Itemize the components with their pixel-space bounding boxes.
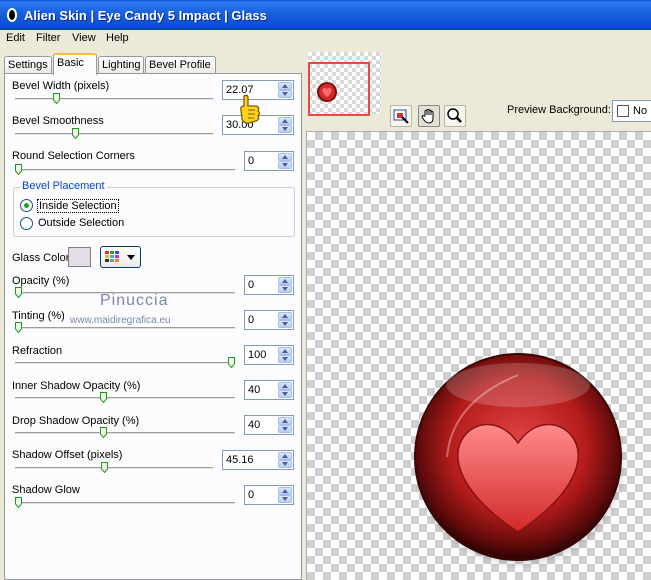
outside-selection-radio[interactable]: [20, 217, 33, 230]
refraction-slider-thumb[interactable]: [228, 357, 235, 368]
opacity-slider-thumb[interactable]: [15, 287, 22, 298]
preview-panel: Preview Background: No: [305, 48, 651, 580]
round-corners-slider-thumb[interactable]: [15, 164, 22, 175]
tinting-slider-thumb[interactable]: [15, 322, 22, 333]
tab-basic[interactable]: Basic: [53, 53, 97, 75]
tab-bevel-profile[interactable]: Bevel Profile: [145, 56, 216, 74]
basic-tab-page: Bevel Width (pixels) 22.07 Bevel Smoothn…: [4, 73, 302, 580]
refraction-slider[interactable]: [15, 362, 235, 365]
inner-shadow-slider-thumb[interactable]: [100, 392, 108, 403]
settings-panel: Settings Basic Lighting Bevel Profile Be…: [0, 48, 304, 580]
preview-background-select[interactable]: No: [612, 100, 651, 122]
shadow-offset-slider[interactable]: [15, 467, 213, 470]
menu-help[interactable]: Help: [106, 32, 129, 44]
tinting-field[interactable]: 0: [244, 310, 294, 330]
outside-selection-label[interactable]: Outside Selection: [38, 217, 124, 229]
navigate-icon: [393, 109, 409, 124]
shadow-offset-label: Shadow Offset (pixels): [12, 449, 123, 461]
bevel-smoothness-slider[interactable]: [15, 133, 213, 136]
thumbnail-globe: [317, 82, 337, 102]
watermark-name: Pinuccia: [100, 292, 169, 309]
shadow-glow-label: Shadow Glow: [12, 484, 80, 496]
inside-selection-radio[interactable]: [20, 199, 33, 212]
zoom-icon: [447, 108, 462, 123]
preview-background-label: Preview Background:: [507, 104, 611, 116]
menu-filter[interactable]: Filter: [36, 32, 60, 44]
drop-shadow-slider-thumb[interactable]: [100, 427, 108, 438]
inner-shadow-label: Inner Shadow Opacity (%): [12, 380, 141, 392]
opacity-field[interactable]: 0: [244, 275, 294, 295]
preview-background-value: No: [633, 105, 648, 117]
hand-tool-button[interactable]: [418, 105, 440, 127]
hand-tool-icon: [421, 109, 434, 124]
refraction-label: Refraction: [12, 345, 63, 357]
preview-background-swatch: [617, 105, 629, 117]
refraction-field[interactable]: 100: [244, 345, 294, 365]
window-title: Alien Skin | Eye Candy 5 Impact | Glass: [24, 8, 267, 23]
tinting-slider[interactable]: [15, 327, 235, 330]
shadow-glow-slider-thumb[interactable]: [15, 497, 22, 508]
tab-settings[interactable]: Settings: [4, 56, 52, 74]
bevel-width-slider[interactable]: [15, 98, 213, 101]
shadow-glow-field[interactable]: 0: [244, 485, 294, 505]
chevron-down-icon: [127, 255, 135, 260]
opacity-label: Opacity (%): [12, 275, 70, 287]
menu-edit[interactable]: Edit: [6, 32, 25, 44]
preview-canvas[interactable]: [306, 131, 651, 580]
navigator-thumbnail[interactable]: [308, 52, 381, 116]
glass-color-label: Glass Color: [12, 252, 70, 264]
glass-heart-preview: [412, 353, 628, 569]
menu-view[interactable]: View: [72, 32, 96, 44]
alien-skin-app-icon: [7, 8, 17, 22]
round-corners-field[interactable]: 0: [244, 151, 294, 171]
inner-shadow-field[interactable]: 40: [244, 380, 294, 400]
drop-shadow-label: Drop Shadow Opacity (%): [12, 415, 140, 427]
bevel-smoothness-label: Bevel Smoothness: [12, 115, 104, 127]
tinting-label: Tinting (%): [12, 310, 65, 322]
navigate-button[interactable]: [390, 105, 412, 127]
title-bar: Alien Skin | Eye Candy 5 Impact | Glass: [0, 0, 651, 30]
round-corners-label: Round Selection Corners: [12, 150, 135, 162]
inside-selection-label[interactable]: Inside Selection: [37, 199, 119, 213]
shadow-glow-slider[interactable]: [15, 502, 235, 505]
color-grid-icon: [105, 251, 119, 262]
bevel-width-label: Bevel Width (pixels): [12, 80, 110, 92]
menu-bar: Edit Filter View Help: [0, 30, 651, 48]
bevel-width-slider-thumb[interactable]: [53, 93, 61, 104]
drop-shadow-field[interactable]: 40: [244, 415, 294, 435]
shadow-offset-field[interactable]: 45.16: [222, 450, 294, 470]
shadow-offset-slider-thumb[interactable]: [100, 462, 108, 473]
bevel-placement-group: Bevel Placement Inside Selection Outside…: [13, 180, 295, 237]
color-picker-button[interactable]: [100, 246, 141, 268]
glass-color-swatch[interactable]: [68, 247, 91, 267]
drop-shadow-slider[interactable]: [15, 432, 235, 435]
hand-pointer-icon: [240, 94, 261, 124]
watermark-url: www.maidiregrafica.eu: [70, 315, 171, 326]
tab-lighting[interactable]: Lighting: [98, 56, 144, 74]
inner-shadow-slider[interactable]: [15, 397, 235, 400]
round-corners-slider[interactable]: [15, 169, 235, 172]
bevel-smoothness-slider-thumb[interactable]: [72, 128, 80, 139]
zoom-button[interactable]: [444, 105, 466, 127]
bevel-placement-title: Bevel Placement: [20, 180, 107, 192]
